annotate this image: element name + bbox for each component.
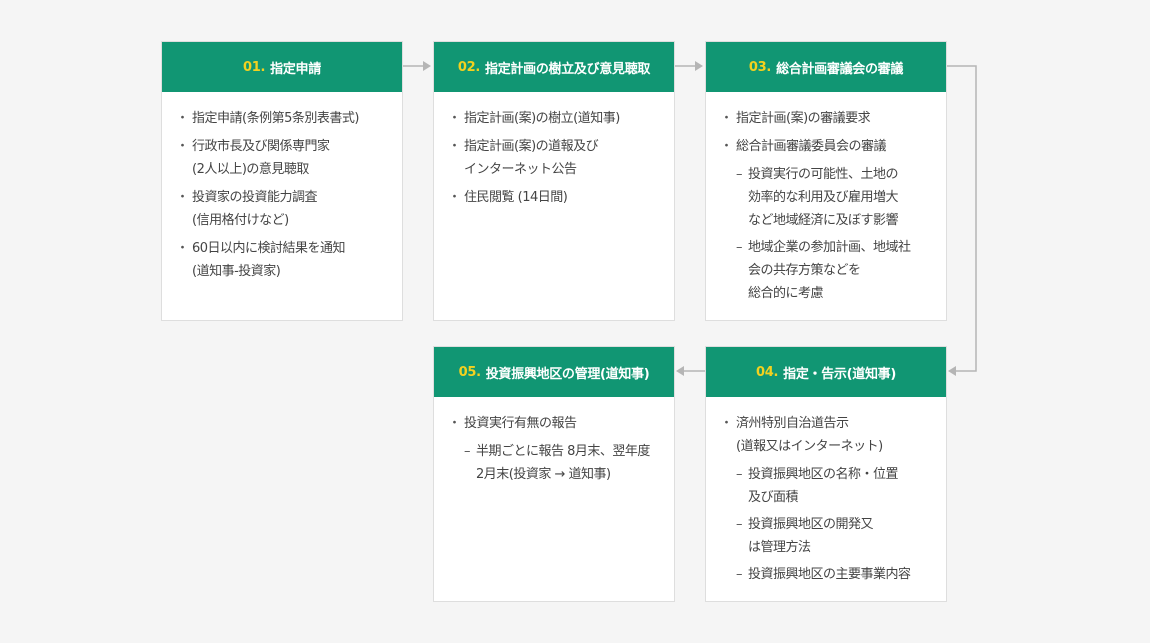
arrow-head-left — [676, 366, 684, 376]
connector-layer — [403, 61, 977, 376]
process-flow-diagram: 01. 指定申請 指定申請(条例第5条別表書式) 行政市長及び関係専門家 (2人… — [0, 0, 1150, 643]
arrow-head-right — [695, 61, 703, 71]
arrow-head-right — [423, 61, 431, 71]
arrow-head-left — [948, 366, 956, 376]
connector-03-04 — [947, 65, 977, 372]
